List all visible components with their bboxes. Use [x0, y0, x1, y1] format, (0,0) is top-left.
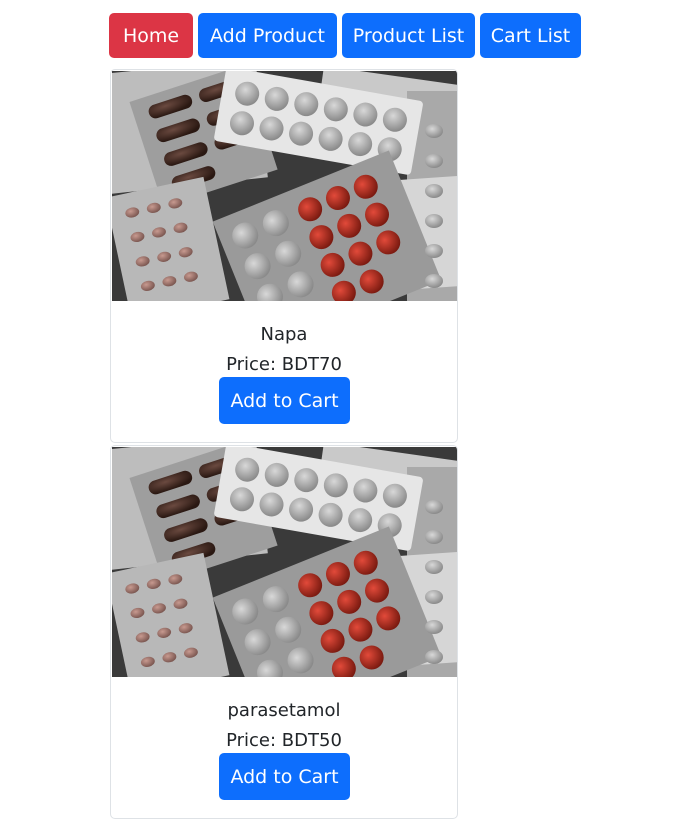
product-list-button[interactable]: Product List — [342, 13, 475, 58]
product-image — [112, 447, 457, 677]
cart-list-button[interactable]: Cart List — [480, 13, 581, 58]
product-card: parasetamol Price: BDT50 Add to Cart — [110, 445, 458, 819]
home-button[interactable]: Home — [109, 13, 193, 58]
product-card: Napa Price: BDT70 Add to Cart — [110, 69, 458, 443]
add-to-cart-button[interactable]: Add to Cart — [219, 753, 350, 800]
add-to-cart-button[interactable]: Add to Cart — [219, 377, 350, 424]
add-product-button[interactable]: Add Product — [198, 13, 337, 58]
product-price: Price: BDT50 — [226, 730, 342, 751]
product-image — [112, 71, 457, 301]
product-name: Napa — [260, 324, 308, 345]
top-nav: Home Add Product Product List Cart List — [109, 13, 581, 58]
product-price: Price: BDT70 — [226, 354, 342, 375]
product-name: parasetamol — [227, 700, 341, 721]
